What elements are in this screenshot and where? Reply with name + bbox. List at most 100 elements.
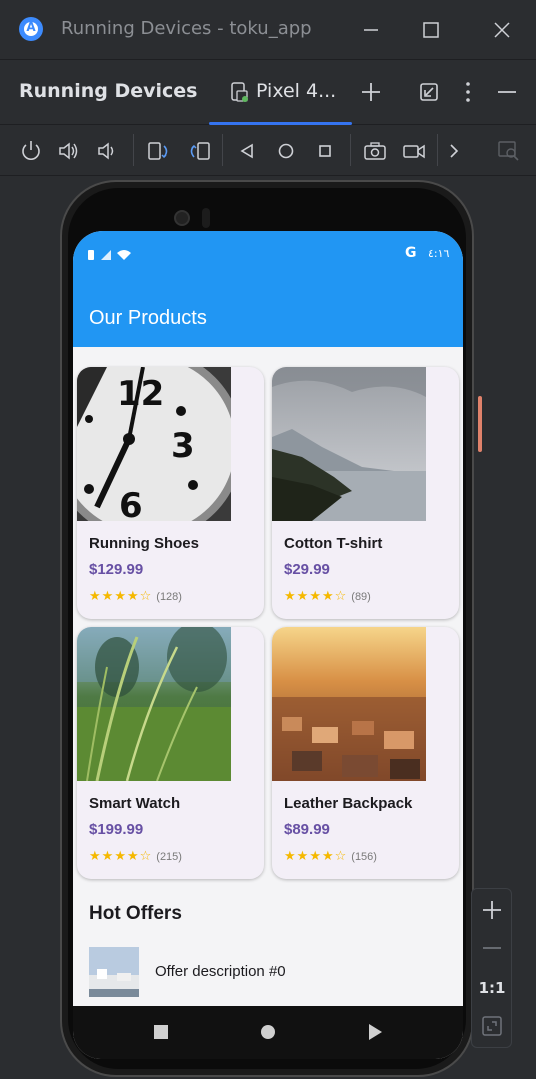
rating-count: (215) [156,851,182,863]
page-title: Our Products [89,307,207,329]
star-icon: ★ [309,849,321,864]
more-options-icon[interactable] [455,79,481,105]
product-rating: ★ ★ ★ ★ ☆ (215) [89,850,182,864]
chevron-right-icon[interactable] [441,138,467,164]
svg-text:6: 6 [119,486,143,521]
window-title: Running Devices - toku_app [61,18,312,39]
rotate-right-icon[interactable] [186,138,212,164]
zoom-controls: 1:1 [471,888,512,1048]
rotate-left-icon[interactable] [146,138,172,164]
maximize-icon[interactable] [417,16,445,44]
offer-description[interactable]: Offer description #0 [155,963,286,980]
product-card[interactable]: Smart Watch $199.99 ★ ★ ★ ★ ☆ (215) [77,627,264,879]
device-toolbar [0,126,536,176]
product-name: Smart Watch [89,795,181,812]
star-outline-icon: ☆ [334,849,347,864]
tool-window-title: Running Devices [19,80,198,102]
restore-layout-icon[interactable] [416,79,442,105]
volume-down-icon[interactable] [94,138,120,164]
product-name: Leather Backpack [284,795,413,812]
star-outline-icon: ☆ [334,589,347,604]
zoom-reset-button[interactable]: 1:1 [472,979,512,997]
star-icon: ★ [284,849,296,864]
system-nav-bar [73,1006,463,1059]
tool-window-header: Running Devices Pixel 4... [0,61,536,125]
product-image [77,627,231,781]
android-studio-logo-icon: A [19,17,43,41]
app-bar: Our Products [73,281,463,347]
status-bar: G ٤:١٦ [73,231,463,281]
power-button-highlight [478,396,482,452]
nav-back-icon[interactable] [367,1023,383,1041]
product-price: $29.99 [284,561,330,578]
star-outline-icon: ☆ [139,849,152,864]
zoom-out-icon[interactable] [479,935,505,961]
star-icon: ★ [321,849,334,864]
tab-selected-indicator [209,122,352,125]
star-icon: ★ [114,849,126,864]
device-screen[interactable]: G ٤:١٦ Our Products 12 3 6 Running Shoes… [73,231,463,1059]
layout-inspector-icon[interactable] [496,138,522,164]
product-card[interactable]: 12 3 6 Running Shoes $129.99 ★ ★ ★ ★ ☆ (128) [77,367,264,619]
star-icon: ★ [101,589,114,604]
star-icon: ★ [296,589,309,604]
back-icon[interactable] [234,138,260,164]
volume-up-icon[interactable] [56,138,82,164]
tab-pixel-4[interactable]: Pixel 4... [209,61,352,125]
logo-letter: A [26,20,36,34]
star-icon: ★ [114,589,126,604]
star-outline-icon: ☆ [139,589,152,604]
zoom-in-icon[interactable] [479,897,505,923]
add-icon[interactable] [358,79,384,105]
rating-count: (89) [351,591,371,603]
toolbar-separator [133,134,134,166]
status-time: ٤:١٦ [428,247,450,260]
close-icon[interactable] [488,16,516,44]
product-card[interactable]: Leather Backpack $89.99 ★ ★ ★ ★ ☆ (156) [272,627,459,879]
tab-label: Pixel 4... [256,80,337,102]
star-icon: ★ [89,849,101,864]
star-icon: ★ [101,849,114,864]
product-rating: ★ ★ ★ ★ ☆ (156) [284,850,377,864]
product-image [272,627,426,781]
fit-screen-icon[interactable] [481,1015,503,1037]
product-price: $89.99 [284,821,330,838]
star-icon: ★ [126,589,139,604]
offer-image[interactable] [89,947,139,997]
product-image [272,367,426,521]
google-icon: G [405,245,417,261]
product-card[interactable]: Cotton T-shirt $29.99 ★ ★ ★ ★ ☆ (89) [272,367,459,619]
sensor-icon [202,208,210,228]
home-icon[interactable] [273,138,299,164]
section-title: Hot Offers [89,903,182,924]
rating-count: (156) [351,851,377,863]
svg-text:3: 3 [171,426,195,466]
star-icon: ★ [321,589,334,604]
front-camera-icon [174,210,190,226]
minimize-icon[interactable] [357,16,385,44]
star-icon: ★ [284,589,296,604]
product-name: Running Shoes [89,535,199,552]
overview-icon[interactable] [312,138,338,164]
rating-count: (128) [156,591,182,603]
screen-record-icon[interactable] [401,138,427,164]
window-titlebar: A Running Devices - toku_app [0,0,536,60]
power-icon[interactable] [18,138,44,164]
nav-home-icon[interactable] [260,1024,276,1040]
device-icon [231,82,248,102]
product-rating: ★ ★ ★ ★ ☆ (89) [284,590,371,604]
status-icons [88,250,131,260]
star-icon: ★ [89,589,101,604]
hide-panel-icon[interactable] [494,79,520,105]
camera-icon[interactable] [362,138,388,164]
product-name: Cotton T-shirt [284,535,383,552]
star-icon: ★ [309,589,321,604]
star-icon: ★ [296,849,309,864]
product-price: $129.99 [89,561,144,578]
toolbar-separator [350,134,351,166]
toolbar-separator [222,134,223,166]
product-image: 12 3 6 [77,367,231,521]
nav-overview-icon[interactable] [153,1024,169,1040]
product-rating: ★ ★ ★ ★ ☆ (128) [89,590,182,604]
toolbar-separator [437,134,438,166]
